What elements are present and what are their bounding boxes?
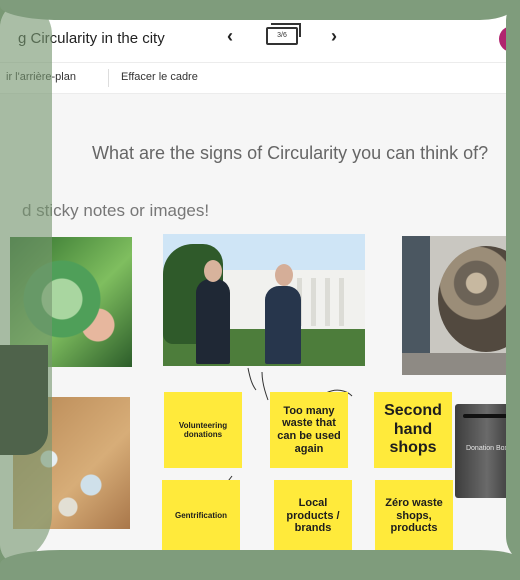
decorative-overlay-left: [0, 0, 52, 566]
sticky-note[interactable]: Volunteering donations: [164, 392, 242, 468]
chevron-left-icon[interactable]: ‹: [227, 27, 233, 45]
decorative-overlay-top: [0, 0, 520, 20]
toolbar-divider: [108, 69, 109, 87]
chevron-right-icon[interactable]: ›: [331, 27, 337, 45]
sticky-note[interactable]: Zéro waste shops, products: [375, 480, 453, 552]
sticky-note[interactable]: Local products / brands: [274, 480, 352, 552]
decorative-overlay-right: [506, 0, 520, 566]
recycled-sphere-photo[interactable]: [402, 236, 520, 375]
white-house-photo[interactable]: [163, 234, 365, 366]
decorative-overlay-bottom: [0, 550, 520, 580]
sticky-note[interactable]: Too many waste that can be used again: [270, 392, 348, 468]
board-question: What are the signs of Circularity you ca…: [92, 143, 489, 163]
page-counter-icon[interactable]: 3/6: [266, 23, 301, 45]
clear-frame-button[interactable]: Effacer le cadre: [121, 71, 198, 83]
whiteboard-frame: g Circularity in the city ‹ 3/6 › ir l'a…: [0, 0, 520, 566]
frame-toolbar: ir l'arrière-plan Effacer le cadre: [0, 63, 520, 94]
sticky-note[interactable]: Gentrification: [162, 480, 240, 552]
sticky-note[interactable]: Second hand shops: [374, 392, 452, 468]
